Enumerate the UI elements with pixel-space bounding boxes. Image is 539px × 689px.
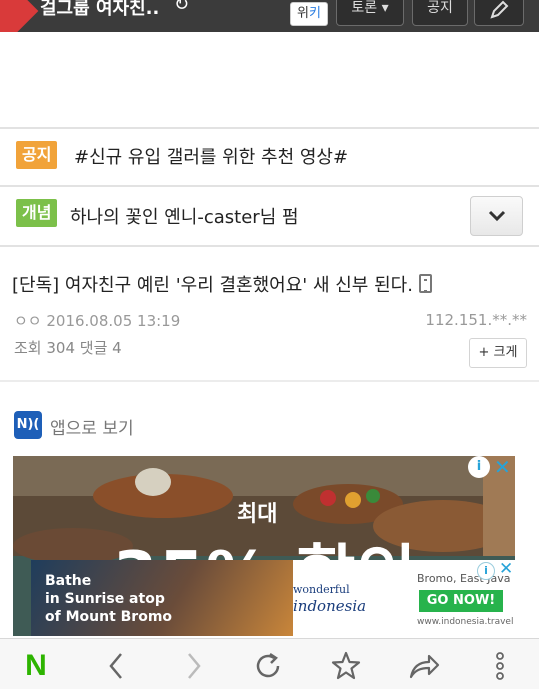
share-arrow-icon bbox=[409, 654, 440, 679]
app-icon[interactable]: N)( bbox=[14, 411, 42, 439]
article-stats: 조회 304 댓글 4 bbox=[14, 339, 122, 357]
chevron-down-icon bbox=[488, 210, 505, 222]
concept-row[interactable]: 개념 하나의 꽃인 옌니-caster님 펌 bbox=[0, 185, 539, 247]
ad-info-icon[interactable]: i bbox=[468, 456, 490, 478]
wiki-label-b: 키 bbox=[309, 6, 321, 21]
pencil-icon bbox=[490, 0, 509, 19]
reload-button[interactable] bbox=[250, 648, 286, 684]
share-button[interactable] bbox=[406, 648, 442, 684]
wonderful-indonesia-logo: wonderful indonesia bbox=[293, 582, 366, 614]
star-icon bbox=[331, 651, 361, 680]
article-title-text: [단독] 여자친구 예린 '우리 결혼했어요' 새 신부 된다. bbox=[12, 275, 413, 296]
back-arrow-icon bbox=[109, 653, 122, 679]
ad-close-icon[interactable]: ✕ bbox=[494, 456, 511, 479]
advertisement[interactable]: 최대 35% 할인 i ✕ Bathe in Sunrise atop of M… bbox=[13, 456, 515, 636]
browser-toolbar: N bbox=[0, 638, 539, 689]
article-ip: 112.151.**.** bbox=[425, 311, 527, 329]
ad-banner[interactable]: Bathe in Sunrise atop of Mount Bromo won… bbox=[31, 560, 515, 636]
naver-home-button[interactable]: N bbox=[18, 648, 54, 684]
reload-icon bbox=[256, 652, 280, 678]
banner-info-icon[interactable]: i bbox=[477, 562, 495, 580]
forward-button[interactable] bbox=[176, 648, 212, 684]
back-button[interactable] bbox=[98, 648, 134, 684]
banner-text-line1: Bathe bbox=[45, 573, 92, 589]
write-button[interactable] bbox=[474, 0, 524, 26]
forward-arrow-icon bbox=[188, 653, 201, 679]
banner-close-icon[interactable]: ✕ bbox=[499, 560, 513, 579]
font-size-button[interactable]: + 크게 bbox=[469, 338, 527, 368]
concept-text[interactable]: 하나의 꽃인 옌니-caster님 펌 bbox=[70, 203, 299, 229]
bookmark-button[interactable] bbox=[328, 648, 364, 684]
banner-text: Bathe in Sunrise atop of Mount Bromo bbox=[45, 572, 172, 626]
header-accent bbox=[0, 0, 39, 32]
notice-button[interactable]: 공지 bbox=[412, 0, 468, 26]
article-title: [단독] 여자친구 예린 '우리 결혼했어요' 새 신부 된다. bbox=[12, 271, 432, 297]
open-in-app-link[interactable]: 앱으로 보기 bbox=[50, 414, 134, 439]
more-vertical-icon bbox=[496, 652, 504, 680]
discuss-button[interactable]: 토론 ▾ bbox=[336, 0, 404, 26]
mobile-icon bbox=[418, 274, 432, 293]
banner-text-line2: in Sunrise atop bbox=[45, 591, 165, 607]
wiki-button[interactable]: 위키 bbox=[290, 2, 328, 26]
naver-logo-icon: N bbox=[25, 649, 47, 682]
gallery-title[interactable]: 걸그룹 여자친.. bbox=[40, 0, 159, 20]
logo-line1: wonderful bbox=[293, 583, 350, 596]
notice-text[interactable]: #신규 유입 갤러를 위한 추천 영상# bbox=[74, 143, 348, 169]
expand-button[interactable] bbox=[470, 196, 523, 236]
banner-text-line3: of Mount Bromo bbox=[45, 609, 173, 625]
divider bbox=[0, 380, 539, 382]
refresh-icon[interactable]: ↻ bbox=[174, 0, 189, 15]
wiki-label-a: 위 bbox=[297, 6, 309, 21]
article-author-date: ㅇㅇ 2016.08.05 13:19 bbox=[14, 312, 181, 330]
go-now-button[interactable]: GO NOW! bbox=[419, 590, 503, 612]
notice-row[interactable]: 공지 #신규 유입 갤러를 위한 추천 영상# bbox=[0, 127, 539, 185]
top-header-bar: 걸그룹 여자친.. ↻ 위키 토론 ▾ 공지 bbox=[0, 0, 539, 32]
logo-line2: indonesia bbox=[293, 597, 367, 615]
concept-tag: 개념 bbox=[16, 199, 58, 227]
more-menu-button[interactable] bbox=[482, 648, 518, 684]
banner-location: Bromo, East Java bbox=[417, 572, 511, 585]
banner-url: www.indonesia.travel bbox=[417, 617, 514, 627]
notice-tag: 공지 bbox=[16, 141, 58, 169]
